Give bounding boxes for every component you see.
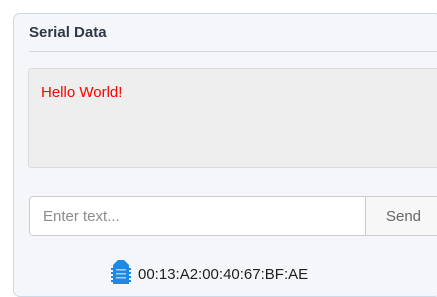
send-input-group: Send <box>29 196 437 236</box>
panel-title: Serial Data <box>29 24 107 41</box>
xbee-module-icon <box>110 259 132 290</box>
device-info: 00:13:A2:00:40:67:BF:AE <box>110 259 308 290</box>
device-mac-address: 00:13:A2:00:40:67:BF:AE <box>138 266 309 283</box>
panel-divider <box>29 51 437 52</box>
serial-data-panel: Serial Data Hello World! Send <box>13 13 437 297</box>
serial-output-area: Hello World! <box>28 68 437 168</box>
serial-text-input[interactable] <box>30 197 365 235</box>
serial-output-line: Hello World! <box>41 84 123 101</box>
send-button[interactable]: Send <box>365 197 437 235</box>
